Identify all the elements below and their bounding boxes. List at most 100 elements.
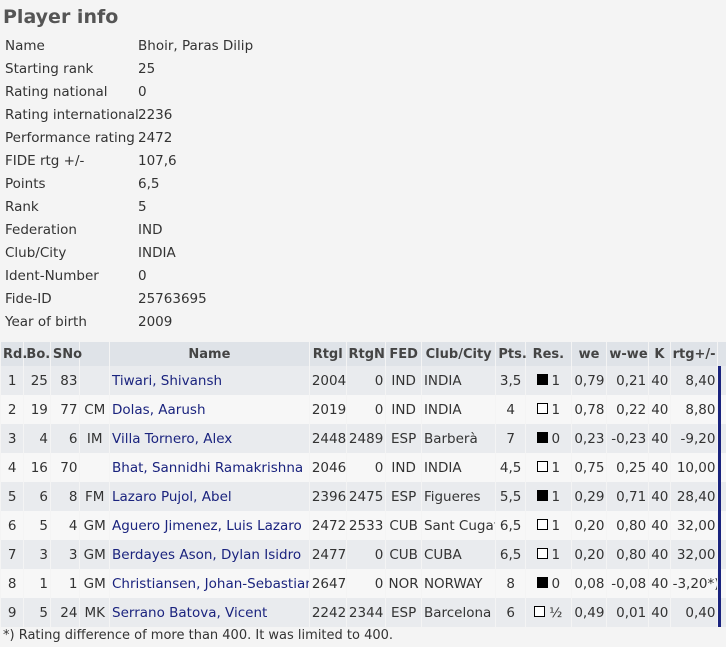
cell-club: Figueres xyxy=(421,482,496,511)
cell-rd: 9 xyxy=(1,598,24,627)
cell-rtgi: 2396 xyxy=(309,482,346,511)
table-row: 2 19 77 CM Dolas, Aarush 2019 0 IND INDIA 4 1 0,78 0… xyxy=(1,395,726,424)
page-title: Player info xyxy=(3,6,119,28)
white-square-icon xyxy=(534,606,546,617)
player-info-value: 5 xyxy=(138,198,147,215)
cell-we: 0,23 xyxy=(571,424,607,453)
cell-board: 3 xyxy=(24,540,50,569)
cell-rtgi: 2448 xyxy=(309,424,346,453)
table-row: 6 5 4 GM Aguero Jimenez, Luis Lazaro 2472 2533… xyxy=(1,511,726,540)
cell-wwe: 0,80 xyxy=(607,511,649,540)
player-info-row: Federation IND xyxy=(5,218,253,241)
cell-fed: IND xyxy=(386,366,421,395)
cell-sno: 4 xyxy=(50,511,80,540)
player-info-value: 6,5 xyxy=(138,175,160,192)
cell-fed: IND xyxy=(386,395,421,424)
cell-fed: NOR xyxy=(386,569,421,598)
player-info-row: Rank 5 xyxy=(5,195,253,218)
cell-fed: CUB xyxy=(386,540,421,569)
cell-wwe: 0,25 xyxy=(607,453,649,482)
result-value: 1 xyxy=(551,488,561,505)
cell-opponent-name[interactable]: Bhat, Sannidhi Ramakrishna xyxy=(110,453,309,482)
cell-rd: 2 xyxy=(1,395,24,424)
header-col-pts: Pts. xyxy=(496,342,527,366)
cell-fed: CUB xyxy=(386,511,421,540)
black-square-icon xyxy=(536,490,548,501)
cell-we: 0,20 xyxy=(571,511,607,540)
cell-board: 1 xyxy=(24,569,50,598)
cell-board: 5 xyxy=(24,598,50,627)
cell-we: 0,79 xyxy=(571,366,607,395)
table-header-row: Rd. Bo. SNo Name Rtgl RtgN FED Club/City Pts. Res… xyxy=(1,342,726,366)
cell-we: 0,20 xyxy=(571,540,607,569)
white-square-icon xyxy=(536,548,548,559)
cell-club: INDIA xyxy=(421,395,496,424)
result-value: 0 xyxy=(551,575,561,592)
player-info-row: Club/City INDIA xyxy=(5,241,253,264)
cell-result: 1 xyxy=(525,453,571,482)
header-col-sno: SNo xyxy=(50,342,82,366)
table-row: 3 4 6 IM Villa Tornero, Alex 2448 2489 ESP Barbe… xyxy=(1,424,726,453)
cell-fed: IND xyxy=(386,453,421,482)
player-info-value: Bhoir, Paras Dilip xyxy=(138,37,254,54)
cell-opponent-name[interactable]: Tiwari, Shivansh xyxy=(110,366,309,395)
cell-result: 1 xyxy=(525,366,571,395)
cell-sno: 70 xyxy=(50,453,80,482)
cell-wwe: 0,01 xyxy=(607,598,649,627)
cell-pts: 3,5 xyxy=(496,366,525,395)
cell-pts: 6,5 xyxy=(496,540,525,569)
cell-opponent-name[interactable]: Berdayes Ason, Dylan Isidro xyxy=(110,540,309,569)
cell-rtgn: 0 xyxy=(346,540,386,569)
player-info-label: Federation xyxy=(5,221,77,238)
black-square-icon xyxy=(536,432,548,443)
player-info-row: Fide-ID 25763695 xyxy=(5,287,253,310)
player-info-row: Points 6,5 xyxy=(5,172,253,195)
cell-pts: 5,5 xyxy=(496,482,525,511)
table-row: 8 1 1 GM Christiansen, Johan-Sebastian 2647 0 N… xyxy=(1,569,726,598)
cell-rtgn: 0 xyxy=(346,569,386,598)
cell-k: 40 xyxy=(649,395,670,424)
player-info-row: Performance rating 2472 xyxy=(5,126,253,149)
cell-rd: 7 xyxy=(1,540,24,569)
player-info-value: 0 xyxy=(138,267,147,284)
header-col-rtgi: Rtgl xyxy=(309,342,346,366)
player-info-label: Rating national xyxy=(5,83,108,100)
cell-board: 6 xyxy=(24,482,50,511)
cell-rtgn: 2533 xyxy=(346,511,386,540)
cell-pts: 4 xyxy=(496,395,525,424)
player-info-value: 2236 xyxy=(138,106,173,123)
cell-opponent-name[interactable]: Christiansen, Johan-Sebastian xyxy=(110,569,309,598)
cell-opponent-name[interactable]: Serrano Batova, Vicent xyxy=(110,598,309,627)
player-info-row: Year of birth 2009 xyxy=(5,310,253,333)
cell-rtg-change: -3,20*) xyxy=(670,569,718,598)
table-row: 9 5 24 MK Serrano Batova, Vicent 2242 2344 ESP B… xyxy=(1,598,726,627)
cell-we: 0,08 xyxy=(571,569,607,598)
cell-board: 16 xyxy=(24,453,50,482)
player-info-label: Rating international xyxy=(5,106,139,123)
table-row: 1 25 83 Tiwari, Shivansh 2004 0 IND INDIA 3,5 1 0,… xyxy=(1,366,726,395)
cell-sno: 6 xyxy=(50,424,80,453)
cell-club: Barberà xyxy=(421,424,496,453)
cell-club: NORWAY xyxy=(421,569,496,598)
cell-rtg-change: 32,00 xyxy=(670,511,718,540)
cell-wwe: -0,08 xyxy=(607,569,649,598)
result-value: 1 xyxy=(551,459,561,476)
player-info-value: 25 xyxy=(138,60,156,77)
result-value: ½ xyxy=(549,604,563,621)
cell-opponent-name[interactable]: Lazaro Pujol, Abel xyxy=(110,482,309,511)
cell-opponent-name[interactable]: Villa Tornero, Alex xyxy=(110,424,309,453)
cell-rtgi: 2046 xyxy=(309,453,346,482)
cell-opponent-name[interactable]: Aguero Jimenez, Luis Lazaro xyxy=(110,511,309,540)
cell-rtgi: 2019 xyxy=(309,395,346,424)
cell-opponent-name[interactable]: Dolas, Aarush xyxy=(110,395,309,424)
player-info-row: Rating national 0 xyxy=(5,80,253,103)
cell-fed: ESP xyxy=(386,482,421,511)
cell-we: 0,75 xyxy=(571,453,607,482)
cell-pts: 7 xyxy=(496,424,525,453)
cell-k: 40 xyxy=(649,540,670,569)
cell-rtg-change: -9,20 xyxy=(670,424,718,453)
player-info-value: INDIA xyxy=(138,244,176,261)
player-info-value: IND xyxy=(138,221,163,238)
table-row: 5 6 8 FM Lazaro Pujol, Abel 2396 2475 ESP Figuer… xyxy=(1,482,726,511)
cell-rtg-change: 8,80 xyxy=(670,395,718,424)
